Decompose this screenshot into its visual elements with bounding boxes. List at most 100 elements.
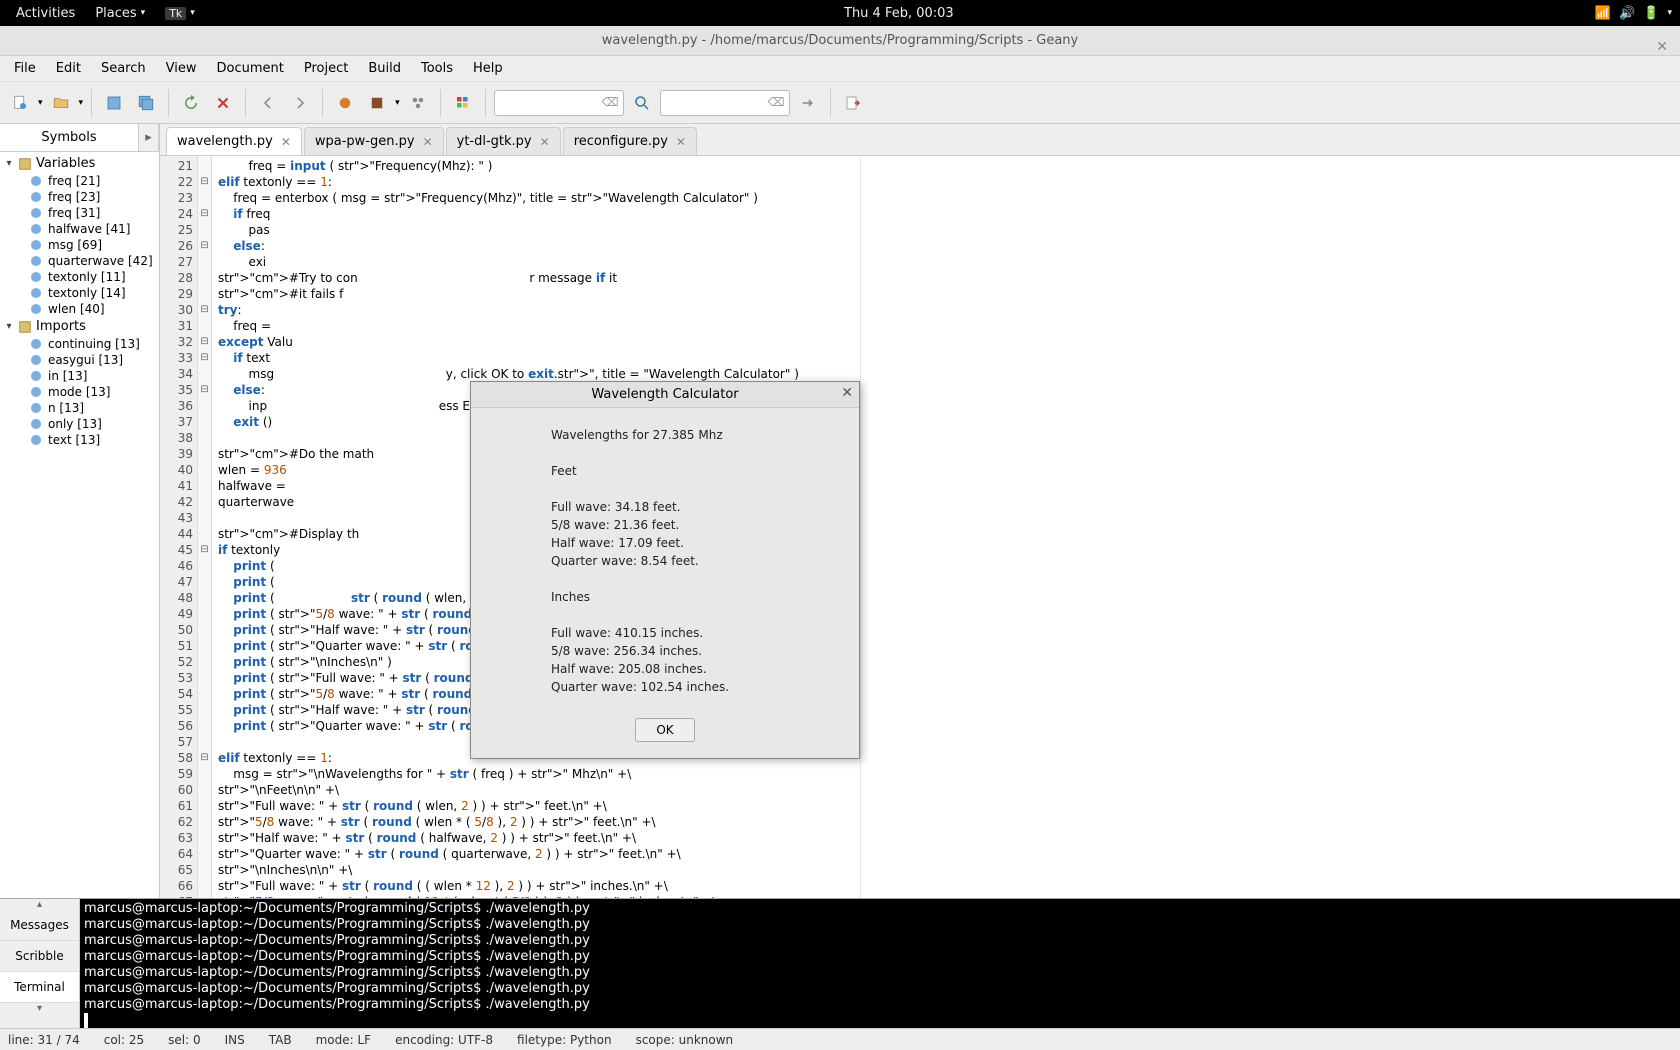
compile-button[interactable] [331,89,359,117]
editor-tab[interactable]: wavelength.py✕ [166,127,302,155]
tab-close-icon[interactable]: ✕ [423,135,433,149]
menu-build[interactable]: Build [358,57,411,80]
terminal[interactable]: marcus@marcus-laptop:~/Documents/Program… [80,899,1680,1028]
symbol-item[interactable]: textonly [11] [4,269,155,285]
activities-button[interactable]: Activities [8,6,83,21]
dialog-body: Wavelengths for 27.385 Mhz Feet Full wav… [471,408,859,708]
symbol-item[interactable]: mode [13] [4,384,155,400]
scroll-up-icon[interactable]: ▴ [0,899,79,910]
goto-line-button[interactable] [794,89,822,117]
dialog-ok-button[interactable]: OK [635,718,694,742]
bottom-tab-scribble[interactable]: Scribble [0,941,79,972]
symbol-item[interactable]: continuing [13] [4,336,155,352]
symbol-item[interactable]: freq [31] [4,205,155,221]
run-button[interactable] [404,89,432,117]
symbol-item[interactable]: freq [23] [4,189,155,205]
app-menu[interactable]: Tk▾ [157,6,203,21]
sidebar-tab-symbols[interactable]: Symbols [0,124,139,151]
window-title: wavelength.py - /home/marcus/Documents/P… [602,33,1079,48]
open-file-dropdown[interactable]: ▾ [79,98,84,108]
save-all-button[interactable] [132,89,160,117]
dialog-line: 5/8 wave: 256.34 inches. [551,642,847,660]
build-button[interactable] [363,89,391,117]
symbol-item[interactable]: msg [69] [4,237,155,253]
system-menu-chevron-icon[interactable]: ▾ [1667,8,1672,18]
collapse-icon[interactable]: ▾ [4,158,14,169]
nav-back-button[interactable] [254,89,282,117]
symbol-category[interactable]: ▾Imports [4,317,155,336]
tab-close-icon[interactable]: ✕ [281,135,291,149]
nav-forward-button[interactable] [286,89,314,117]
menu-project[interactable]: Project [294,57,358,80]
dialog-titlebar[interactable]: Wavelength Calculator ✕ [471,382,859,408]
battery-icon[interactable]: 🔋 [1643,6,1659,21]
search-button[interactable] [628,89,656,117]
fold-gutter[interactable]: ⊟⊟⊟⊟⊟⊟⊟⊟⊟ [198,156,212,898]
collapse-icon[interactable]: ▾ [4,321,14,332]
reload-button[interactable] [177,89,205,117]
dialog-line: Quarter wave: 102.54 inches. [551,678,847,696]
dialog-line: Half wave: 205.08 inches. [551,660,847,678]
editor-tabs: wavelength.py✕wpa-pw-gen.py✕yt-dl-gtk.py… [160,124,1680,156]
editor-tab[interactable]: reconfigure.py✕ [563,127,697,155]
symbol-item[interactable]: in [13] [4,368,155,384]
status-encoding: encoding: UTF-8 [395,1033,493,1047]
code-text[interactable]: freq = input ( str">"Frequency(Mhz): " )… [212,156,1680,898]
search-input[interactable]: ⌫ [494,90,624,116]
color-chooser-button[interactable] [449,89,477,117]
quit-button[interactable] [839,89,867,117]
new-file-dropdown[interactable]: ▾ [38,98,43,108]
places-menu[interactable]: Places▾ [87,6,153,21]
symbol-item[interactable]: freq [21] [4,173,155,189]
symbol-item[interactable]: easygui [13] [4,352,155,368]
sidebar-tab-scroll-icon[interactable]: ▸ [139,124,159,151]
dialog-close-button[interactable]: ✕ [841,385,853,401]
symbol-label: halfwave [41] [48,222,130,236]
symbol-item[interactable]: wlen [40] [4,301,155,317]
build-dropdown[interactable]: ▾ [395,98,400,108]
open-file-button[interactable] [47,89,75,117]
volume-icon[interactable]: 🔊 [1619,6,1635,21]
symbol-item[interactable]: n [13] [4,400,155,416]
symbol-label: freq [23] [48,190,100,204]
symbol-tree[interactable]: ▾Variablesfreq [21]freq [23] freq [31] hal… [0,152,159,450]
status-col: col: 25 [104,1033,144,1047]
symbol-item[interactable]: halfwave [41] [4,221,155,237]
bottom-tab-terminal[interactable]: Terminal [0,972,79,1003]
menu-document[interactable]: Document [206,57,293,80]
editor-tab[interactable]: wpa-pw-gen.py✕ [304,127,444,155]
clear-search-icon[interactable]: ⌫ [602,95,619,109]
menu-tools[interactable]: Tools [411,57,463,80]
new-file-button[interactable] [6,89,34,117]
bottom-panel: ▴ Messages Scribble Terminal ▾ marcus@ma… [0,898,1680,1028]
wifi-icon[interactable]: 📶 [1595,6,1611,21]
scroll-down-icon[interactable]: ▾ [0,1003,79,1014]
symbol-item[interactable]: quarterwave [42] [4,253,155,269]
dialog-line: Quarter wave: 8.54 feet. [551,552,847,570]
symbol-item[interactable]: textonly [14] [4,285,155,301]
symbol-item[interactable]: text [13] [4,432,155,448]
symbol-item[interactable]: only [13] [4,416,155,432]
editor-tab[interactable]: yt-dl-gtk.py✕ [446,127,561,155]
goto-line-input[interactable]: ⌫ [660,90,790,116]
editor-area: wavelength.py✕wpa-pw-gen.py✕yt-dl-gtk.py… [160,124,1680,898]
menu-help[interactable]: Help [463,57,513,80]
menu-view[interactable]: View [156,57,207,80]
clear-goto-icon[interactable]: ⌫ [768,95,785,109]
menu-search[interactable]: Search [91,57,156,80]
code-editor[interactable]: 2122232425262728293031323334353637383940… [160,156,1680,898]
tab-close-icon[interactable]: ✕ [676,135,686,149]
symbol-label: n [13] [48,401,84,415]
bottom-tab-messages[interactable]: Messages [0,910,79,941]
symbol-category[interactable]: ▾Variables [4,154,155,173]
close-file-button[interactable] [209,89,237,117]
tab-close-icon[interactable]: ✕ [540,135,550,149]
save-button[interactable] [100,89,128,117]
symbol-label: freq [31] [48,206,100,220]
clock[interactable]: Thu 4 Feb, 00:03 [203,6,1595,21]
dialog-line [551,480,847,498]
menu-edit[interactable]: Edit [46,57,91,80]
symbol-label: text [13] [48,433,100,447]
window-close-button[interactable]: ✕ [1656,32,1668,62]
menu-file[interactable]: File [4,57,46,80]
